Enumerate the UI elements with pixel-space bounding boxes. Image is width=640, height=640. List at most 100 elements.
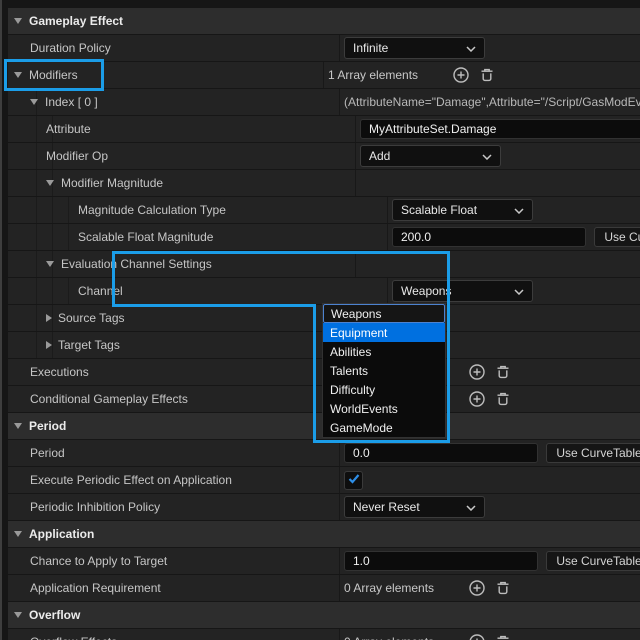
execute-periodic-checkbox[interactable] (344, 470, 363, 490)
dropdown-item-difficulty[interactable]: Difficulty (323, 380, 445, 399)
row-duration-policy[interactable]: Duration Policy Infinite (8, 35, 640, 62)
dropdown-item-label: GameMode (330, 420, 393, 435)
category-overflow[interactable]: Overflow (8, 602, 640, 629)
row-application-requirement[interactable]: Application Requirement 0 Array elements (8, 575, 640, 602)
chance-value-input[interactable]: 1.0 (344, 551, 538, 571)
array-count: 0 Array elements (344, 635, 434, 640)
button-label: Use CurveTable... (604, 230, 640, 244)
row-chance-to-apply[interactable]: Chance to Apply to Target 1.0 Use CurveT… (8, 548, 640, 575)
expand-arrow-icon[interactable] (14, 72, 22, 78)
dropdown-item-label: Weapons (331, 306, 382, 321)
duration-policy-dropdown[interactable]: Infinite (344, 37, 485, 59)
category-application[interactable]: Application (8, 521, 640, 548)
dropdown-item-label: Talents (330, 363, 369, 378)
input-value: 200.0 (401, 230, 432, 244)
property-label: Execute Periodic Effect on Application (30, 473, 232, 487)
property-label: Scalable Float Magnitude (78, 230, 214, 244)
delete-elements-button[interactable] (494, 579, 512, 597)
row-attribute[interactable]: Attribute MyAttributeSet.Damage (8, 116, 640, 143)
dropdown-item-label: WorldEvents (330, 401, 398, 416)
row-execute-periodic-effect[interactable]: Execute Periodic Effect on Application (8, 467, 640, 494)
add-element-button[interactable] (468, 363, 486, 381)
expand-arrow-icon[interactable] (14, 18, 22, 24)
property-label: Chance to Apply to Target (30, 554, 168, 568)
dropdown-item-talents[interactable]: Talents (323, 361, 445, 380)
dropdown-item-gamemode[interactable]: GameMode (323, 418, 445, 437)
periodic-inhibition-dropdown[interactable]: Never Reset (344, 496, 485, 518)
details-panel: Gameplay Effect Duration Policy Infinite… (0, 0, 640, 640)
checkmark-icon (348, 473, 360, 487)
modifier-op-dropdown[interactable]: Add (360, 145, 501, 167)
row-scalable-float-magnitude[interactable]: Scalable Float Magnitude 200.0 Use Curve… (8, 224, 640, 251)
attribute-input[interactable]: MyAttributeSet.Damage (360, 119, 640, 139)
property-label: Conditional Gameplay Effects (30, 392, 188, 406)
use-curvetable-button[interactable]: Use CurveTable... (546, 551, 640, 571)
property-label: Source Tags (58, 311, 125, 325)
property-label: Duration Policy (30, 41, 111, 55)
row-evaluation-channel-settings[interactable]: Evaluation Channel Settings (8, 251, 640, 278)
channel-dropdown[interactable]: Weapons (392, 280, 533, 302)
delete-elements-button[interactable] (478, 66, 496, 84)
expand-arrow-icon[interactable] (46, 261, 54, 267)
row-index-0[interactable]: Index [ 0 ] (AttributeName="Damage",Attr… (8, 89, 640, 116)
magnitude-calculation-dropdown[interactable]: Scalable Float (392, 199, 533, 221)
use-curvetable-button[interactable]: Use CurveTable... (546, 443, 640, 463)
property-label: Attribute (46, 122, 91, 136)
magnitude-value-input[interactable]: 200.0 (392, 227, 586, 247)
expand-arrow-icon[interactable] (30, 99, 38, 105)
input-value: 1.0 (353, 554, 370, 568)
delete-elements-button[interactable] (494, 363, 512, 381)
expand-arrow-icon[interactable] (14, 531, 22, 537)
input-value: 0.0 (353, 446, 370, 460)
row-periodic-inhibition-policy[interactable]: Periodic Inhibition Policy Never Reset (8, 494, 640, 521)
delete-elements-button[interactable] (494, 390, 512, 408)
row-modifiers[interactable]: Modifiers 1 Array elements (8, 62, 640, 89)
property-label: Magnitude Calculation Type (78, 203, 226, 217)
property-label: Modifier Op (46, 149, 109, 163)
property-label: Modifiers (29, 68, 78, 82)
category-label: Overflow (29, 608, 81, 622)
row-overflow-effects[interactable]: Overflow Effects 0 Array elements (8, 629, 640, 640)
array-count: 0 Array elements (344, 581, 435, 595)
property-label: Channel (78, 284, 123, 298)
panel-splitter[interactable] (0, 0, 2, 640)
dropdown-item-label: Equipment (330, 325, 388, 340)
dropdown-value: Never Reset (353, 500, 420, 514)
button-label: Use CurveTable... (556, 446, 640, 460)
channel-dropdown-menu: Weapons Equipment Abilities Talents Diff… (322, 303, 446, 438)
chevron-down-icon (514, 203, 524, 217)
use-curvetable-button[interactable]: Use CurveTable... (594, 227, 640, 247)
chevron-down-icon (482, 149, 492, 163)
row-modifier-op[interactable]: Modifier Op Add (8, 143, 640, 170)
row-channel[interactable]: Channel Weapons (8, 278, 640, 305)
collapsed-arrow-icon[interactable] (46, 341, 52, 349)
property-label: Modifier Magnitude (61, 176, 164, 190)
expand-arrow-icon[interactable] (14, 612, 22, 618)
row-period[interactable]: Period 0.0 Use CurveTable... (8, 440, 640, 467)
collapsed-arrow-icon[interactable] (46, 314, 52, 322)
property-label: Target Tags (58, 338, 120, 352)
dropdown-item-abilities[interactable]: Abilities (323, 342, 445, 361)
row-modifier-magnitude[interactable]: Modifier Magnitude (8, 170, 640, 197)
add-element-button[interactable] (468, 633, 486, 640)
category-gameplay-effect[interactable]: Gameplay Effect (8, 8, 640, 35)
add-element-button[interactable] (468, 390, 486, 408)
period-value-input[interactable]: 0.0 (344, 443, 538, 463)
dropdown-value: Scalable Float (401, 203, 478, 217)
expand-arrow-icon[interactable] (14, 423, 22, 429)
dropdown-item-label: Difficulty (330, 382, 376, 397)
add-element-button[interactable] (452, 66, 470, 84)
add-element-button[interactable] (468, 579, 486, 597)
category-label: Period (29, 419, 67, 433)
dropdown-item-weapons[interactable]: Weapons (323, 304, 445, 323)
delete-elements-button[interactable] (494, 633, 512, 640)
dropdown-value: Weapons (401, 284, 452, 298)
dropdown-item-worldevents[interactable]: WorldEvents (323, 399, 445, 418)
dropdown-item-equipment[interactable]: Equipment (323, 323, 445, 342)
property-label: Evaluation Channel Settings (61, 257, 212, 271)
property-label: Application Requirement (30, 581, 161, 595)
expand-arrow-icon[interactable] (46, 180, 54, 186)
row-magnitude-calculation-type[interactable]: Magnitude Calculation Type Scalable Floa… (8, 197, 640, 224)
dropdown-value: Infinite (353, 41, 389, 55)
property-label: Executions (30, 365, 89, 379)
